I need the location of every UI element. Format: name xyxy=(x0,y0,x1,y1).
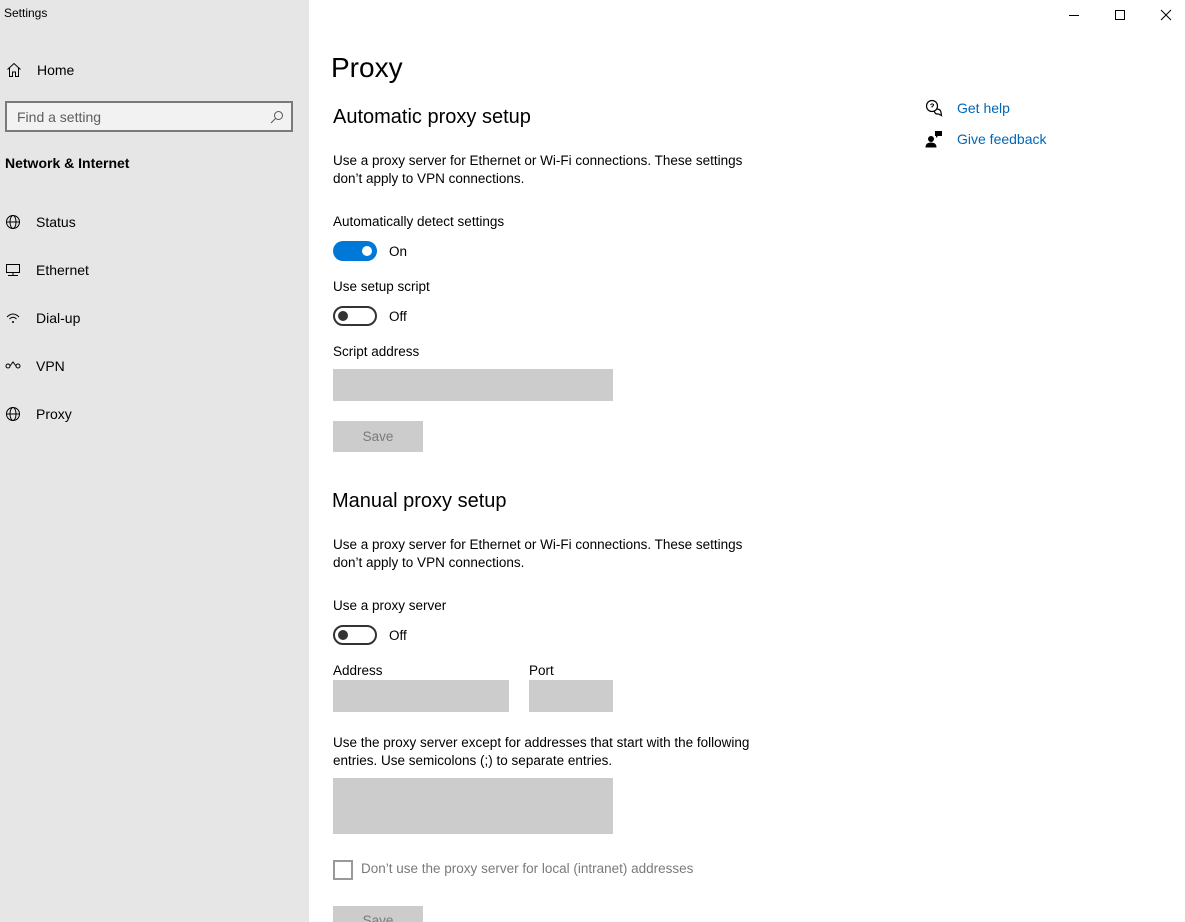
automatic-proxy-description: Use a proxy server for Ethernet or Wi-Fi… xyxy=(333,153,743,186)
manual-save-button[interactable]: Save xyxy=(333,906,423,922)
exceptions-textarea[interactable] xyxy=(333,778,613,834)
sidebar-item-label: VPN xyxy=(36,358,65,374)
local-addresses-checkbox[interactable] xyxy=(333,860,353,880)
sidebar-item-proxy[interactable]: Proxy xyxy=(0,396,309,432)
minimize-icon xyxy=(1069,15,1079,16)
ethernet-icon xyxy=(6,264,20,276)
search-input[interactable] xyxy=(7,103,257,130)
maximize-icon xyxy=(1115,10,1125,20)
port-input[interactable] xyxy=(529,680,613,712)
dialup-icon xyxy=(6,313,20,323)
toggle-knob xyxy=(338,311,348,321)
sidebar-item-dialup[interactable]: Dial-up xyxy=(0,300,309,336)
setup-script-label: Use setup script xyxy=(333,279,430,294)
get-help-icon xyxy=(925,99,943,117)
use-proxy-toggle[interactable] xyxy=(333,625,377,645)
minimize-button[interactable] xyxy=(1051,0,1097,30)
page-title: Proxy xyxy=(331,52,403,83)
maximize-button[interactable] xyxy=(1097,0,1143,30)
automatic-save-button[interactable]: Save xyxy=(333,421,423,452)
search-box[interactable] xyxy=(5,101,293,132)
close-icon xyxy=(1160,9,1172,21)
manual-proxy-heading: Manual proxy setup xyxy=(332,490,507,512)
app-title: Settings xyxy=(4,6,48,20)
sidebar-item-home[interactable]: Home xyxy=(0,55,309,85)
section-title: Network & Internet xyxy=(5,155,130,171)
sidebar: Settings Home Network & Internet Status … xyxy=(0,0,309,922)
sidebar-item-ethernet[interactable]: Ethernet xyxy=(0,252,309,288)
use-proxy-label: Use a proxy server xyxy=(333,598,447,613)
home-icon xyxy=(7,62,21,77)
script-address-input[interactable] xyxy=(333,369,613,401)
auto-detect-label: Automatically detect settings xyxy=(333,214,505,229)
globe-icon xyxy=(6,407,20,421)
address-label: Address xyxy=(333,663,383,678)
give-feedback-icon xyxy=(925,131,942,148)
toggle-knob xyxy=(338,630,348,640)
sidebar-item-label: Ethernet xyxy=(36,262,89,278)
close-button[interactable] xyxy=(1143,0,1185,30)
sidebar-item-label: Proxy xyxy=(36,406,72,422)
sidebar-item-label: Home xyxy=(37,62,75,78)
auto-detect-toggle[interactable] xyxy=(333,241,377,261)
script-address-label: Script address xyxy=(333,344,420,359)
port-label: Port xyxy=(529,663,554,678)
manual-proxy-description: Use a proxy server for Ethernet or Wi-Fi… xyxy=(333,537,743,570)
toggle-knob xyxy=(362,246,372,256)
get-help-link[interactable]: Get help xyxy=(957,100,1010,116)
sidebar-item-vpn[interactable]: VPN xyxy=(0,348,309,384)
sidebar-item-status[interactable]: Status xyxy=(0,204,309,240)
address-input[interactable] xyxy=(333,680,509,712)
give-feedback-link[interactable]: Give feedback xyxy=(957,131,1047,147)
auto-detect-state: On xyxy=(389,244,408,259)
local-addresses-label: Don’t use the proxy server for local (in… xyxy=(361,861,694,876)
setup-script-state: Off xyxy=(389,309,407,324)
automatic-proxy-heading: Automatic proxy setup xyxy=(333,106,531,128)
exceptions-description: Use the proxy server except for addresse… xyxy=(333,735,750,768)
sidebar-item-label: Dial-up xyxy=(36,310,81,326)
vpn-icon xyxy=(5,361,21,369)
search-icon[interactable] xyxy=(270,110,284,124)
setup-script-toggle[interactable] xyxy=(333,306,377,326)
status-globe-icon xyxy=(6,215,20,229)
use-proxy-state: Off xyxy=(389,628,407,643)
sidebar-item-label: Status xyxy=(36,214,76,230)
